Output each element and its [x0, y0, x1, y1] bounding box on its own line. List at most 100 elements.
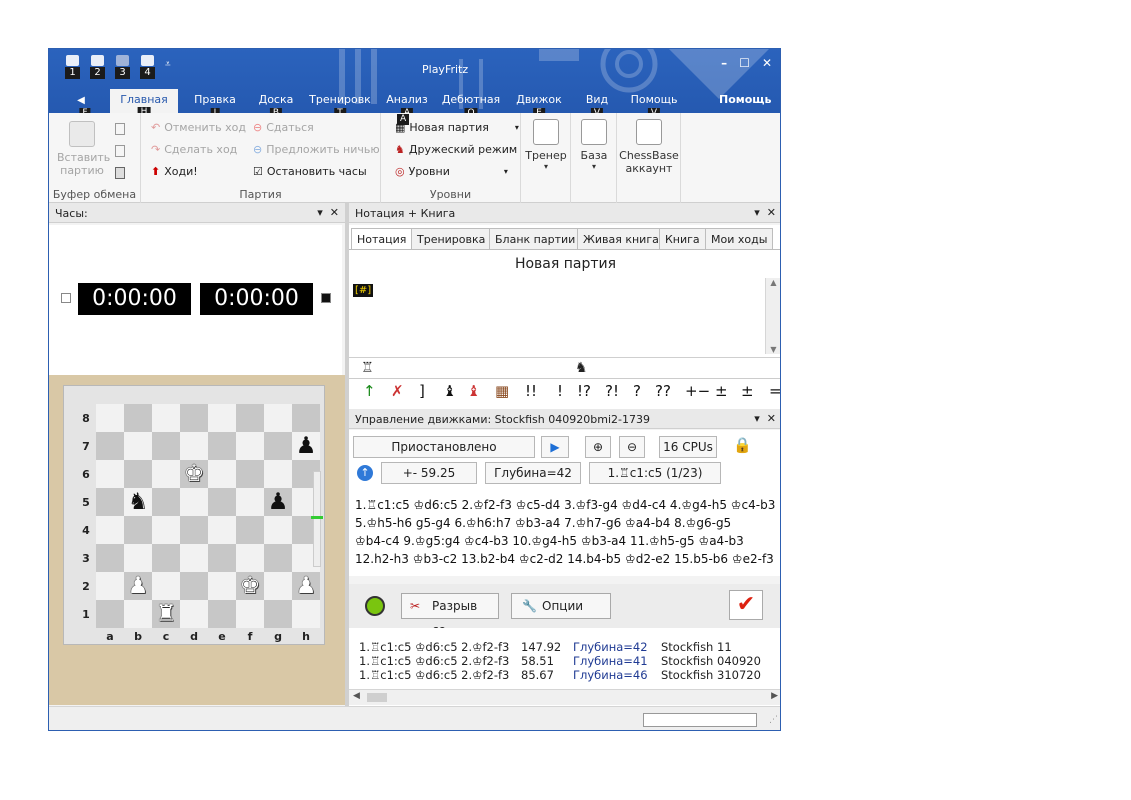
anno-winning-white[interactable]: +−	[685, 382, 710, 400]
anno-advantage-white[interactable]: ±	[715, 382, 728, 400]
black-pawn-icon[interactable]: ♟	[292, 432, 320, 460]
redo-quick-button[interactable]: 3	[113, 55, 132, 79]
square-c2[interactable]	[152, 572, 180, 600]
anno-equal[interactable]: =	[769, 382, 780, 400]
square-f6[interactable]	[236, 460, 264, 488]
square-b4[interactable]	[124, 516, 152, 544]
square-e2[interactable]	[208, 572, 236, 600]
tab-my-moves[interactable]: Мои ходы	[705, 228, 774, 249]
square-a3[interactable]	[96, 544, 124, 572]
square-g1[interactable]	[264, 600, 292, 628]
square-g6[interactable]	[264, 460, 292, 488]
square-f5[interactable]	[236, 488, 264, 516]
chess-board[interactable]: 8 7 6 5 4 3 2 1 a b c d e f g h ♟ ♚ ♞ ♟ ♟ ♚ ♟ ♜	[63, 385, 325, 645]
square-h8[interactable]	[292, 404, 320, 432]
white-pawn-icon[interactable]: ♟	[124, 572, 152, 600]
square-b1[interactable]	[124, 600, 152, 628]
square-f7[interactable]	[236, 432, 264, 460]
chessbase-account-button[interactable]: ChessBase аккаунт	[619, 119, 679, 175]
square-c7[interactable]	[152, 432, 180, 460]
square-d3[interactable]	[180, 544, 208, 572]
undo-quick-button[interactable]: 2	[88, 55, 107, 79]
database-button[interactable]: База ▾	[575, 119, 613, 171]
options-button[interactable]: 🔧 Опции	[511, 593, 611, 619]
square-e8[interactable]	[208, 404, 236, 432]
tab-board[interactable]: Доска B	[253, 93, 299, 113]
square-c3[interactable]	[152, 544, 180, 572]
square-a5[interactable]	[96, 488, 124, 516]
tab-view[interactable]: Вид V	[583, 93, 611, 113]
new-game-button[interactable]: ▦ Новая партия ▾	[395, 121, 519, 134]
customize-quick-button[interactable]: 4	[138, 55, 157, 79]
tab-file[interactable]: ◀ F	[63, 93, 99, 113]
square-f4[interactable]	[236, 516, 264, 544]
engine-line[interactable]: 5.♔h5-h6 g5-g4 6.♔h6:h7 ♔b3-a4 7.♔h7-g6 …	[355, 516, 731, 530]
panel-controls[interactable]: ▾ ✕	[754, 412, 776, 425]
zoom-out-icon[interactable]: ⊖	[619, 436, 645, 458]
square-g8[interactable]	[264, 404, 292, 432]
tab-help[interactable]: Помощь V	[629, 93, 679, 113]
tab-edit[interactable]: Правка I	[189, 93, 241, 113]
tab-opening[interactable]: Дебютная O	[441, 93, 501, 113]
square-d1[interactable]	[180, 600, 208, 628]
disconnect-button[interactable]: ✂ Разрыв со...	[401, 593, 499, 637]
square-e7[interactable]	[208, 432, 236, 460]
square-d5[interactable]	[180, 488, 208, 516]
panel-controls[interactable]: ▾ ✕	[754, 206, 776, 219]
delete-variation-icon[interactable]: ✗	[391, 382, 404, 400]
square-g7[interactable]	[264, 432, 292, 460]
tab-live-book[interactable]: Живая книга	[577, 228, 665, 249]
qat-more-icon[interactable]: ⩡	[165, 59, 171, 79]
square-g2[interactable]	[264, 572, 292, 600]
close-button[interactable]: ✕	[762, 56, 772, 70]
move-now-button[interactable]: ⬆ Ходи!	[151, 165, 198, 178]
trainer-button[interactable]: Тренер ▾	[525, 119, 567, 171]
tab-training[interactable]: Тренировк T	[308, 93, 372, 113]
black-knight-icon[interactable]: ♞	[124, 488, 152, 516]
square-a6[interactable]	[96, 460, 124, 488]
maximize-button[interactable]: ☐	[739, 56, 750, 70]
game-start-marker[interactable]: [#]	[353, 284, 374, 297]
play-icon[interactable]: ▶	[541, 436, 569, 458]
anno-close-bracket[interactable]: ]	[419, 382, 425, 400]
engine-line[interactable]: 1.♖c1:c5 ♔d6:c5 2.♔f2-f3 ♔c5-d4 3.♔f3-g4…	[355, 498, 775, 512]
square-a8[interactable]	[96, 404, 124, 432]
copy-board-icon[interactable]	[115, 167, 125, 179]
square-b8[interactable]	[124, 404, 152, 432]
tab-training-notation[interactable]: Тренировка	[411, 228, 492, 249]
promote-variation-icon[interactable]: ↑	[363, 382, 376, 400]
resize-grip-icon[interactable]: ⋰	[769, 715, 778, 725]
tab-analysis[interactable]: Анализ A	[384, 93, 430, 113]
lock-icon[interactable]: 🔒	[733, 436, 752, 454]
levels-button[interactable]: ◎ Уровни ▾	[395, 165, 508, 178]
white-king-icon[interactable]: ♚	[180, 460, 208, 488]
anno-multi-icon[interactable]: ▦	[495, 382, 509, 400]
engine-line[interactable]: ♔b4-c4 9.♔g5:g4 ♔c4-b3 10.♔g4-h5 ♔b3-a4 …	[355, 534, 744, 548]
anno-piece-icon[interactable]: ♝	[443, 382, 456, 400]
square-e3[interactable]	[208, 544, 236, 572]
square-a4[interactable]	[96, 516, 124, 544]
minimize-button[interactable]: –	[721, 56, 727, 70]
notation-scrollbar[interactable]: ▲ ▼	[765, 278, 780, 354]
square-a1[interactable]	[96, 600, 124, 628]
square-e1[interactable]	[208, 600, 236, 628]
black-pawn-icon[interactable]: ♟	[264, 488, 292, 516]
cpus-button[interactable]: 16 CPUs	[659, 436, 717, 458]
square-c6[interactable]	[152, 460, 180, 488]
anno-brilliant[interactable]: !!	[525, 382, 537, 400]
square-g3[interactable]	[264, 544, 292, 572]
tab-home[interactable]: Главная H	[110, 89, 178, 113]
cut-icon[interactable]	[115, 145, 125, 157]
square-d8[interactable]	[180, 404, 208, 432]
square-e5[interactable]	[208, 488, 236, 516]
scroll-right-icon[interactable]: ▶	[771, 691, 778, 701]
anno-good[interactable]: !	[557, 382, 563, 400]
square-a7[interactable]	[96, 432, 124, 460]
square-e4[interactable]	[208, 516, 236, 544]
white-rook-icon[interactable]: ♜	[152, 600, 180, 628]
square-f3[interactable]	[236, 544, 264, 572]
anno-mistake[interactable]: ?	[633, 382, 641, 400]
square-b7[interactable]	[124, 432, 152, 460]
checkmark-icon[interactable]: ✔	[729, 590, 763, 620]
anno-red-piece-icon[interactable]: ♝	[467, 382, 480, 400]
